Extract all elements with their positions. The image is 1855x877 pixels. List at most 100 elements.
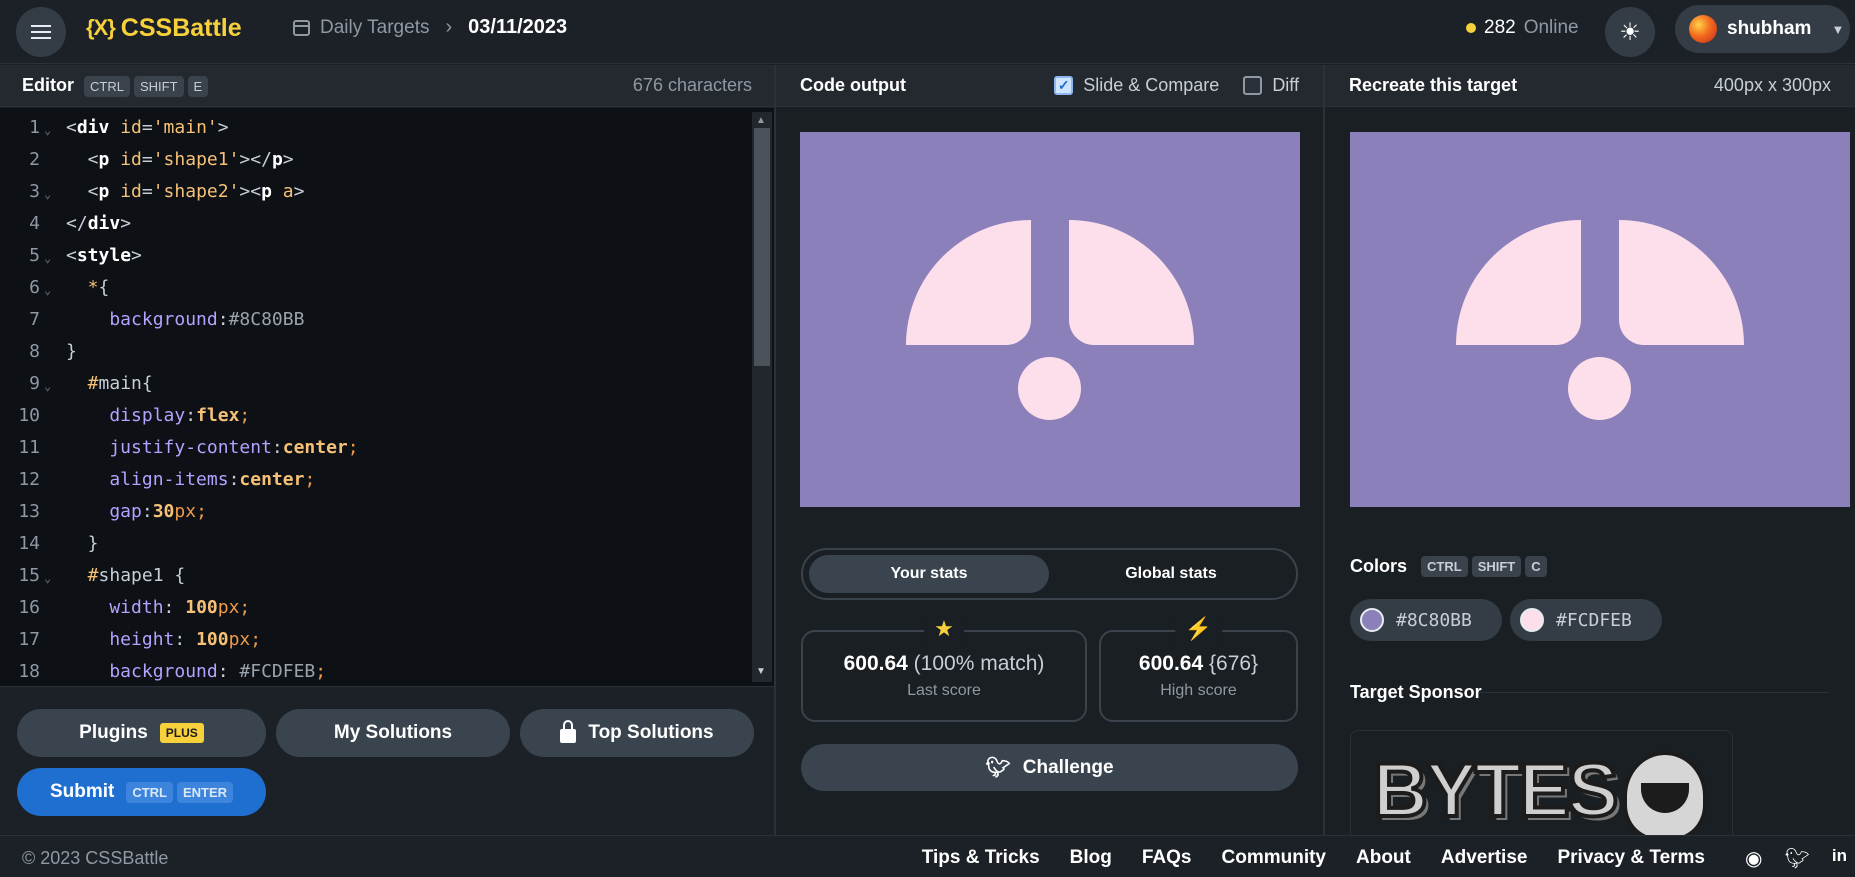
submit-shortcut: CTRL ENTER: [126, 781, 234, 803]
editor-actions: Plugins PLUS My Solutions Top Solutions …: [0, 686, 774, 834]
code-line[interactable]: 15 ⌄ #shape1 {: [0, 560, 750, 592]
username: shubham: [1727, 18, 1812, 39]
line-number: 15: [18, 565, 40, 586]
fold-chevron-icon[interactable]: ⌄: [44, 562, 51, 594]
slide-compare-checkbox[interactable]: ✓: [1054, 76, 1074, 95]
code-line[interactable]: 1 ⌄ <div id='main'>: [0, 112, 750, 144]
code-line[interactable]: 18 background: #FCDFEB;: [0, 656, 750, 686]
line-number: 1: [29, 117, 40, 138]
footer-link-faqs[interactable]: FAQs: [1142, 847, 1192, 869]
code-line[interactable]: 14 }: [0, 528, 750, 560]
scroll-down-icon[interactable]: ▼: [756, 666, 766, 677]
submit-button[interactable]: Submit CTRL ENTER: [17, 768, 266, 816]
menu-button[interactable]: [16, 7, 66, 57]
line-number: 6: [29, 277, 40, 298]
color-swatch-1[interactable]: #8C80BB: [1350, 599, 1502, 641]
line-number: 3: [29, 181, 40, 202]
code-line[interactable]: 10 display:flex;: [0, 400, 750, 432]
theme-toggle-button[interactable]: ☀: [1605, 7, 1655, 57]
line-number: 5: [29, 245, 40, 266]
color-hex: #8C80BB: [1396, 609, 1472, 631]
code-text: background: #FCDFEB;: [66, 661, 327, 682]
line-number: 12: [18, 469, 40, 490]
output-shape-left: [906, 220, 1031, 345]
code-line[interactable]: 9 ⌄ #main{: [0, 368, 750, 400]
line-number: 17: [18, 629, 40, 650]
fold-chevron-icon[interactable]: ⌄: [44, 114, 51, 146]
last-score-value: 600.64: [843, 652, 908, 675]
my-solutions-button[interactable]: My Solutions: [276, 709, 510, 757]
footer-link-advertise[interactable]: Advertise: [1441, 847, 1528, 869]
discord-icon[interactable]: ◉: [1745, 846, 1762, 871]
code-line[interactable]: 2 <p id='shape1'></p>: [0, 144, 750, 176]
code-line[interactable]: 16 width: 100px;: [0, 592, 750, 624]
code-text: height: 100px;: [66, 629, 262, 650]
code-line[interactable]: 8}: [0, 336, 750, 368]
color-swatch-2[interactable]: #FCDFEB: [1510, 599, 1662, 641]
my-solutions-label: My Solutions: [333, 722, 453, 743]
challenge-button[interactable]: 🐦︎ Challenge: [801, 744, 1298, 791]
target-shape-circle: [1568, 357, 1631, 420]
target-title: Recreate this target: [1349, 75, 1518, 95]
chevron-down-icon: ▼: [1831, 21, 1845, 37]
color-hex: #FCDFEB: [1556, 609, 1632, 631]
hamburger-icon: [31, 25, 51, 39]
scroll-up-icon[interactable]: ▲: [756, 115, 766, 126]
plugins-button[interactable]: Plugins PLUS: [17, 709, 266, 757]
sponsor-banner[interactable]: BYTES: [1350, 730, 1733, 835]
tab-your-stats[interactable]: Your stats: [809, 555, 1049, 593]
fold-chevron-icon[interactable]: ⌄: [44, 242, 51, 274]
logo-text: CSSBattle: [120, 13, 242, 42]
target-shape-left: [1456, 220, 1581, 345]
code-line[interactable]: 3 ⌄ <p id='shape2'><p a>: [0, 176, 750, 208]
copyright: © 2023 CSSBattle: [22, 848, 169, 868]
star-icon: ★: [924, 616, 964, 642]
footer-link-about[interactable]: About: [1356, 847, 1411, 869]
sponsor-heading: Target Sponsor: [1350, 682, 1482, 702]
footer-link-tips[interactable]: Tips & Tricks: [922, 847, 1040, 869]
code-line[interactable]: 7 background:#8C80BB: [0, 304, 750, 336]
code-editor[interactable]: 1 ⌄ <div id='main'> 2 <p id='shape1'></p> 3 ⌄…: [0, 108, 774, 686]
top-solutions-button[interactable]: Top Solutions: [520, 709, 754, 757]
footer-link-community[interactable]: Community: [1222, 847, 1327, 869]
twitter-icon[interactable]: 🐦︎: [1785, 846, 1810, 871]
code-line[interactable]: 11 justify-content:center;: [0, 432, 750, 464]
target-size: 400px x 300px: [1713, 75, 1831, 95]
kbd-shift: SHIFT: [133, 75, 184, 97]
code-line[interactable]: 5 ⌄ <style>: [0, 240, 750, 272]
footer-link-privacy[interactable]: Privacy & Terms: [1557, 847, 1705, 869]
target-header: Recreate this target 400px x 300px: [1325, 65, 1855, 107]
code-line[interactable]: 13 gap:30px;: [0, 496, 750, 528]
code-line[interactable]: 6 ⌄ *{: [0, 272, 750, 304]
user-menu-button[interactable]: shubham ▼: [1675, 5, 1850, 53]
fold-chevron-icon[interactable]: ⌄: [44, 274, 51, 306]
high-score-card: ⚡ 600.64 {676} High score: [1099, 616, 1298, 722]
code-line[interactable]: 4 </div>: [0, 208, 750, 240]
kbd-e: E: [187, 75, 209, 97]
tab-global-stats[interactable]: Global stats: [1051, 555, 1291, 593]
slide-compare-toggle[interactable]: ✓ Slide & Compare: [1054, 75, 1219, 96]
line-number: 9: [29, 373, 40, 394]
diff-toggle[interactable]: Diff: [1243, 75, 1299, 96]
code-line[interactable]: 17 height: 100px;: [0, 624, 750, 656]
code-text: gap:30px;: [66, 501, 207, 522]
top-bar: {X} CSSBattle Daily Targets › 03/11/2023…: [0, 0, 1855, 64]
logo[interactable]: {X} CSSBattle: [86, 13, 242, 43]
sponsor-divider: [1479, 692, 1829, 693]
editor-scrollbar-thumb[interactable]: [754, 128, 770, 366]
color-dot: [1360, 608, 1384, 632]
linkedin-icon[interactable]: in: [1832, 846, 1847, 871]
fold-chevron-icon[interactable]: ⌄: [44, 370, 51, 402]
target-canvas[interactable]: [1350, 132, 1850, 507]
last-score-card: ★ 600.64 (100% match) Last score: [801, 616, 1087, 722]
challenge-label: Challenge: [1022, 756, 1114, 778]
code-output-canvas[interactable]: [800, 132, 1300, 507]
footer-link-blog[interactable]: Blog: [1070, 847, 1112, 869]
code-line[interactable]: 12 align-items:center;: [0, 464, 750, 496]
line-number: 2: [29, 149, 40, 170]
code-text: </div>: [66, 213, 132, 234]
diff-checkbox[interactable]: [1243, 76, 1263, 95]
breadcrumb-daily-targets[interactable]: Daily Targets: [320, 17, 429, 39]
online-label: Online: [1523, 17, 1579, 38]
fold-chevron-icon[interactable]: ⌄: [44, 178, 51, 210]
